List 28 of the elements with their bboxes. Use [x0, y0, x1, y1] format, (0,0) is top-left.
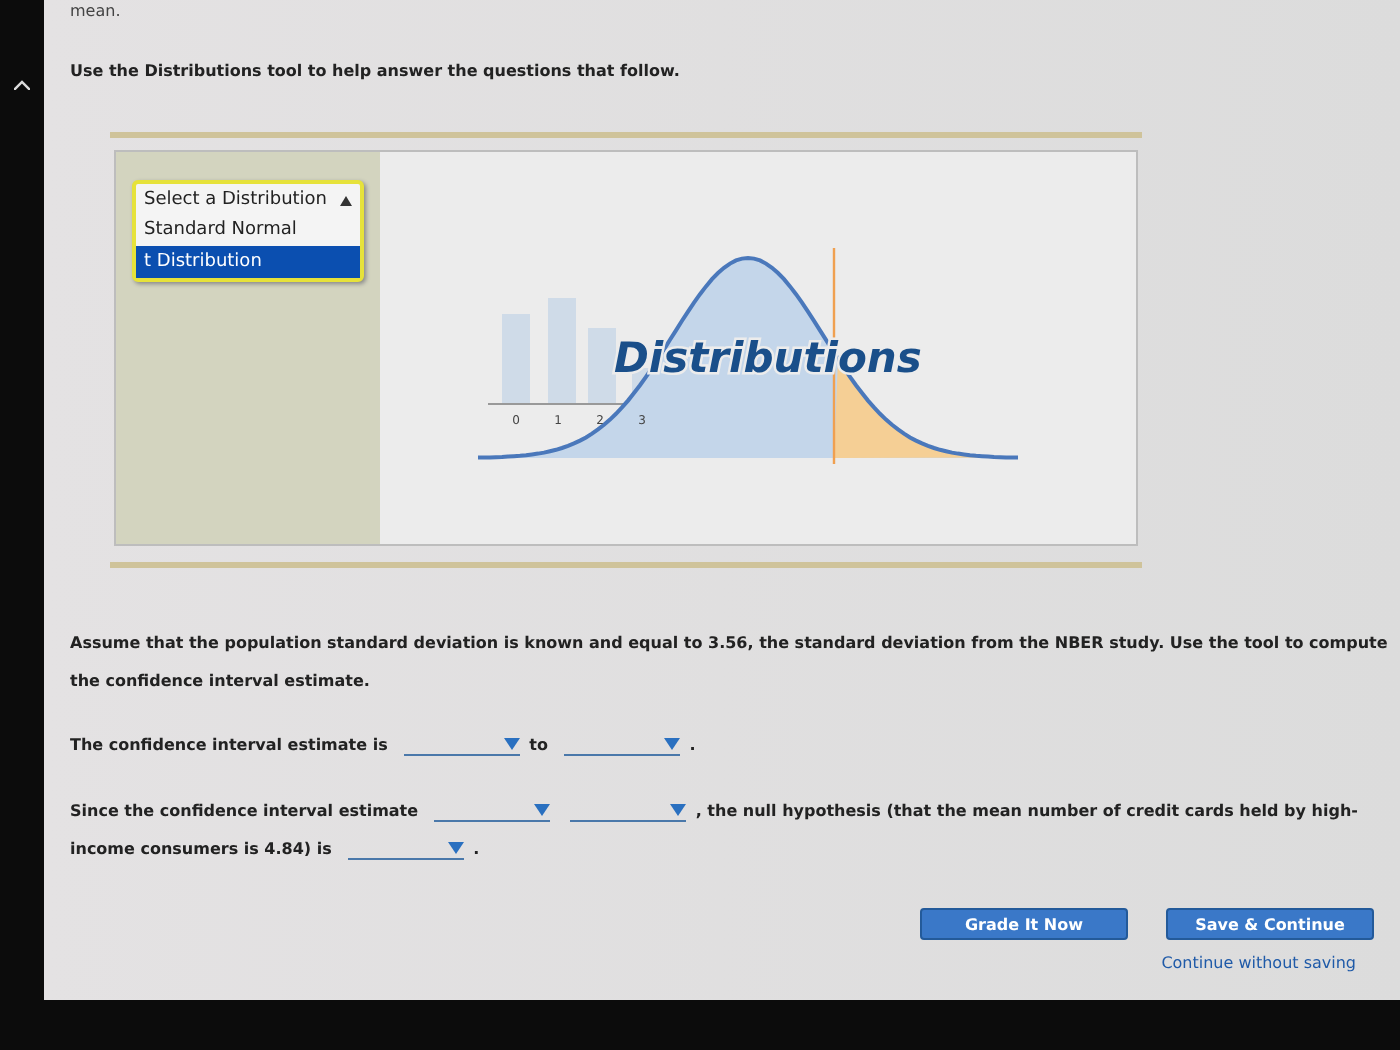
- text-fragment: mean.: [70, 2, 123, 20]
- question-text: income consumers is 4.84) is: [70, 840, 332, 858]
- answer-dropdown[interactable]: [403, 734, 520, 757]
- action-button[interactable]: Save & Continue: [1166, 908, 1374, 940]
- dropdown-arrow-icon: [447, 842, 464, 855]
- question-text: Assume that the population standard deviation is known and equal to 3.56, the standard deviation from the NBER study. Use the tool to compute the confidence interval estimate.: [70, 632, 1390, 694]
- caret-up-icon[interactable]: [14, 80, 30, 90]
- distribution-select[interactable]: Select a Distribution: [136, 184, 360, 214]
- instruction-text: Use the Distributions tool to help answer the questions that follow.: [70, 62, 682, 80]
- menu-option[interactable]: t Distribution: [136, 246, 360, 278]
- dropdown-arrow-icon: [663, 738, 680, 751]
- answer-dropdown[interactable]: [569, 800, 686, 823]
- question-text: , the null hypothesis (that the mean number of credit cards held by high-: [695, 802, 1358, 820]
- question-text: .: [689, 736, 696, 754]
- question-text: Since the confidence interval estimate: [70, 802, 419, 820]
- question-text: The confidence interval estimate is: [70, 736, 388, 754]
- question-text: to: [529, 736, 548, 754]
- answer-dropdown[interactable]: [347, 838, 464, 861]
- answer-dropdown[interactable]: [563, 734, 680, 757]
- caret-up-icon: [340, 195, 352, 205]
- dropdown-arrow-icon: [669, 804, 686, 817]
- answer-dropdown[interactable]: [433, 800, 550, 823]
- action-button[interactable]: Grade It Now: [920, 908, 1128, 940]
- continue-link[interactable]: Continue without saving: [1161, 954, 1356, 972]
- menu-option[interactable]: Standard Normal: [136, 214, 360, 246]
- question-text: .: [473, 840, 480, 858]
- dropdown-arrow-icon: [503, 738, 520, 751]
- dropdown-arrow-icon: [533, 804, 550, 817]
